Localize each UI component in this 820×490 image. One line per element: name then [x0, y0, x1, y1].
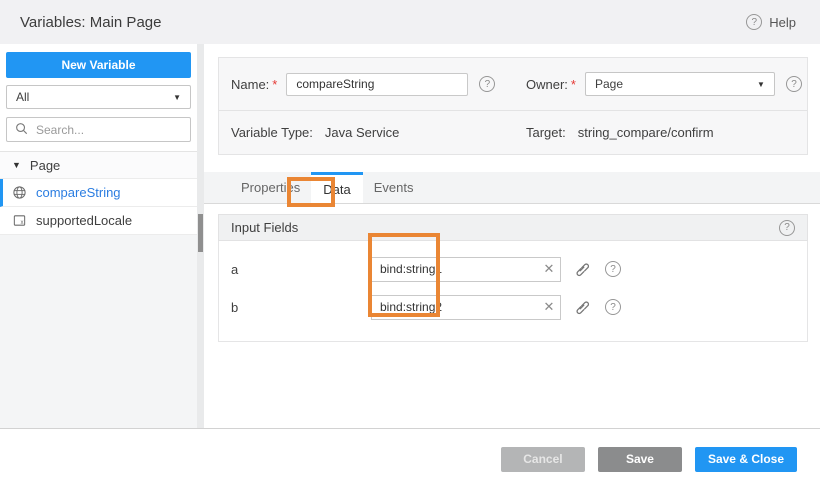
input-fields-body: a ✕ ? b ✕	[218, 241, 808, 342]
field-a-input[interactable]	[372, 262, 538, 276]
input-field-row-a: a ✕ ?	[219, 250, 807, 288]
name-input[interactable]	[286, 73, 468, 96]
collapse-triangle-icon: ▼	[12, 160, 21, 170]
name-field-group: Name: * ?	[231, 73, 526, 96]
variables-sidebar: New Variable All ▼ ▼ Page compare	[0, 44, 197, 428]
tree-item-supportedlocale[interactable]: x supportedLocale	[0, 207, 197, 235]
target-group: Target: string_compare/confirm	[526, 125, 795, 140]
variable-detail-panel: Name: * ? Owner: * Page ▼ ? Varia	[204, 44, 820, 428]
variable-filter-value: All	[16, 90, 29, 104]
variable-search[interactable]	[6, 117, 191, 142]
target-label: Target:	[526, 125, 566, 140]
input-fields-help-icon[interactable]: ?	[779, 220, 795, 236]
variable-type-label: Variable Type:	[231, 125, 313, 140]
variable-type-group: Variable Type: Java Service	[231, 125, 526, 140]
variable-filter-dropdown[interactable]: All ▼	[6, 85, 191, 109]
help-icon: ?	[746, 14, 762, 30]
bind-link-icon[interactable]	[574, 299, 590, 315]
service-globe-icon	[12, 185, 27, 200]
sidebar-scrollbar[interactable]	[197, 44, 204, 428]
field-label: a	[231, 262, 371, 277]
chevron-down-icon: ▼	[757, 80, 765, 89]
action-footer: Cancel Save Save & Close	[0, 429, 820, 489]
content-row: New Variable All ▼ ▼ Page compare	[0, 44, 820, 429]
page-header: Variables: Main Page ? Help	[0, 0, 820, 44]
required-asterisk: *	[571, 77, 576, 92]
detail-tabs: Properties Data Events	[204, 172, 820, 204]
variable-summary-form: Name: * ? Owner: * Page ▼ ? Varia	[218, 57, 808, 155]
name-owner-row: Name: * ? Owner: * Page ▼ ?	[219, 58, 807, 110]
tab-events[interactable]: Events	[363, 172, 425, 203]
input-fields-header: Input Fields ?	[218, 214, 808, 241]
scrollbar-thumb[interactable]	[198, 214, 203, 252]
tab-properties[interactable]: Properties	[230, 172, 311, 203]
svg-text:x: x	[20, 219, 23, 226]
owner-field-group: Owner: * Page ▼ ?	[526, 72, 802, 96]
name-label: Name:	[231, 77, 269, 92]
tree-item-label: compareString	[36, 185, 121, 200]
input-fields-section: Input Fields ? a ✕ ? b	[218, 214, 808, 342]
input-fields-title: Input Fields	[231, 220, 298, 235]
owner-label: Owner:	[526, 77, 568, 92]
help-button[interactable]: ? Help	[746, 14, 796, 30]
field-b-input-wrap: ✕	[371, 295, 561, 320]
tab-data[interactable]: Data	[311, 172, 362, 203]
tree-item-comparestring[interactable]: compareString	[0, 179, 197, 207]
field-a-help-icon[interactable]: ?	[605, 261, 621, 277]
clear-icon[interactable]: ✕	[538, 299, 560, 315]
search-input[interactable]	[36, 123, 182, 137]
search-icon	[15, 122, 30, 137]
field-a-input-wrap: ✕	[371, 257, 561, 282]
tree-item-label: supportedLocale	[36, 213, 132, 228]
name-help-icon[interactable]: ?	[479, 76, 495, 92]
field-b-help-icon[interactable]: ?	[605, 299, 621, 315]
save-and-close-button[interactable]: Save & Close	[695, 447, 797, 472]
sidebar-filler	[0, 235, 197, 428]
input-field-row-b: b ✕ ?	[219, 288, 807, 326]
cancel-button[interactable]: Cancel	[501, 447, 585, 472]
required-asterisk: *	[272, 77, 277, 92]
new-variable-button[interactable]: New Variable	[6, 52, 191, 78]
field-label: b	[231, 300, 371, 315]
chevron-down-icon: ▼	[173, 93, 181, 102]
sidebar-controls: New Variable All ▼	[0, 44, 197, 151]
target-value: string_compare/confirm	[578, 125, 714, 140]
variables-tree: ▼ Page compareString x supportedLocale	[0, 151, 197, 235]
owner-help-icon[interactable]: ?	[786, 76, 802, 92]
clear-icon[interactable]: ✕	[538, 261, 560, 277]
help-label: Help	[769, 15, 796, 30]
variable-type-value: Java Service	[325, 125, 399, 140]
owner-value: Page	[595, 77, 623, 91]
page-title: Variables: Main Page	[20, 14, 161, 31]
type-target-row: Variable Type: Java Service Target: stri…	[219, 110, 807, 154]
tree-group-label: Page	[30, 158, 60, 173]
field-b-input[interactable]	[372, 300, 538, 314]
bind-link-icon[interactable]	[574, 261, 590, 277]
variable-icon: x	[12, 213, 27, 228]
save-button[interactable]: Save	[598, 447, 682, 472]
owner-dropdown[interactable]: Page ▼	[585, 72, 775, 96]
tree-group-page[interactable]: ▼ Page	[0, 151, 197, 179]
